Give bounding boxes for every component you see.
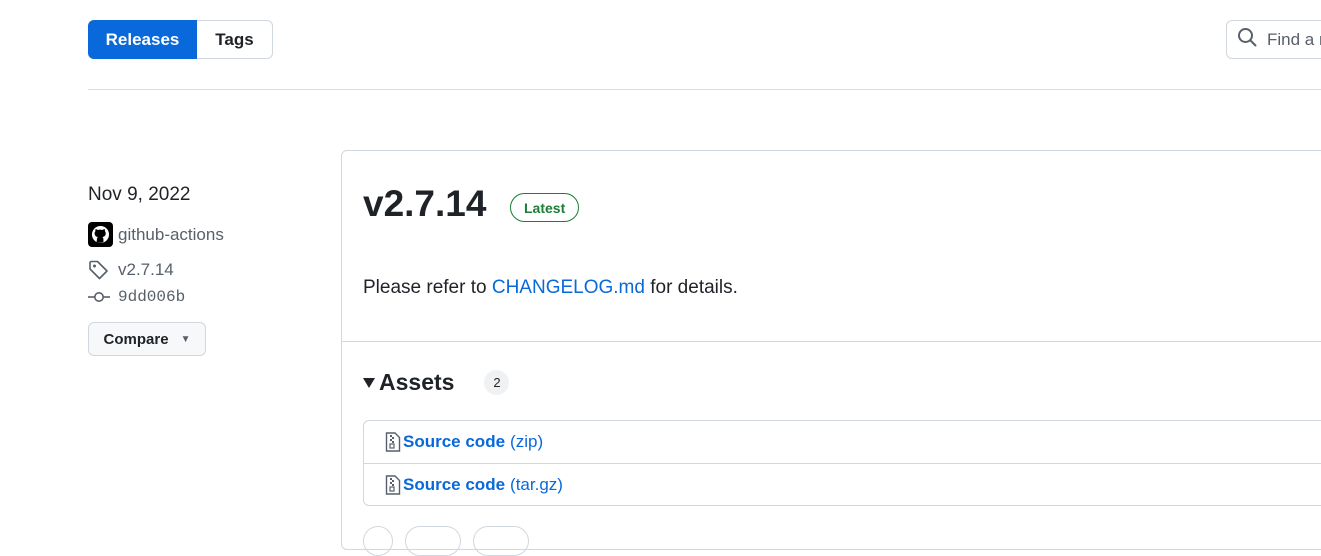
- search-box[interactable]: [1226, 20, 1321, 59]
- notes-suffix: for details.: [650, 277, 738, 298]
- search-icon: [1237, 27, 1257, 52]
- release-title[interactable]: v2.7.14: [363, 183, 486, 225]
- release-card: v2.7.14 Latest Please refer to CHANGELOG…: [341, 150, 1321, 556]
- assets-heading: Assets: [379, 369, 455, 395]
- assets-count-badge: 2: [484, 370, 510, 395]
- file-zip-icon: [385, 432, 401, 452]
- release-tabs: Releases Tags: [88, 20, 273, 59]
- release-notes: Please refer to CHANGELOG.md for details…: [363, 277, 738, 299]
- changelog-link[interactable]: CHANGELOG.md: [492, 277, 645, 298]
- tag-icon: [88, 260, 110, 280]
- tag-link[interactable]: v2.7.14: [88, 260, 174, 280]
- tag-name: v2.7.14: [118, 260, 174, 279]
- asset-ext[interactable]: (zip): [510, 432, 543, 452]
- tab-releases[interactable]: Releases: [88, 20, 197, 59]
- commit-hash: 9dd006b: [118, 288, 186, 306]
- reaction-button[interactable]: [473, 526, 529, 556]
- avatar: [88, 222, 113, 247]
- commit-icon: [88, 290, 110, 304]
- release-date: Nov 9, 2022: [88, 184, 191, 205]
- author-link[interactable]: github-actions: [88, 222, 224, 247]
- compare-label: Compare: [103, 330, 169, 348]
- commit-link[interactable]: 9dd006b: [88, 288, 185, 306]
- chevron-down-icon: ▼: [180, 333, 191, 345]
- latest-badge: Latest: [510, 193, 580, 222]
- search-input[interactable]: [1265, 28, 1321, 51]
- asset-name[interactable]: Source code: [403, 475, 505, 495]
- card-divider: [342, 341, 1321, 342]
- file-zip-icon: [385, 474, 401, 495]
- reaction-buttons: [363, 526, 541, 556]
- header-divider: [88, 89, 1321, 90]
- reaction-button[interactable]: [405, 526, 461, 556]
- asset-list: Source code (zip) Source code (tar.gz): [363, 420, 1321, 506]
- triangle-down-icon: [363, 377, 375, 388]
- author-name: github-actions: [118, 224, 224, 244]
- notes-prefix: Please refer to: [363, 277, 487, 298]
- list-item[interactable]: Source code (zip): [364, 421, 1321, 463]
- tab-tags[interactable]: Tags: [197, 20, 273, 59]
- github-logo-icon: [91, 225, 110, 244]
- add-reaction-button[interactable]: [363, 526, 393, 556]
- asset-ext[interactable]: (tar.gz): [510, 475, 563, 495]
- list-item[interactable]: Source code (tar.gz): [364, 463, 1321, 505]
- assets-toggle[interactable]: Assets 2: [363, 369, 510, 396]
- release-meta: Nov 9, 2022 github-actions v2.7.14 9dd00…: [88, 184, 318, 356]
- asset-name[interactable]: Source code: [403, 432, 505, 452]
- compare-button[interactable]: Compare ▼: [88, 322, 206, 356]
